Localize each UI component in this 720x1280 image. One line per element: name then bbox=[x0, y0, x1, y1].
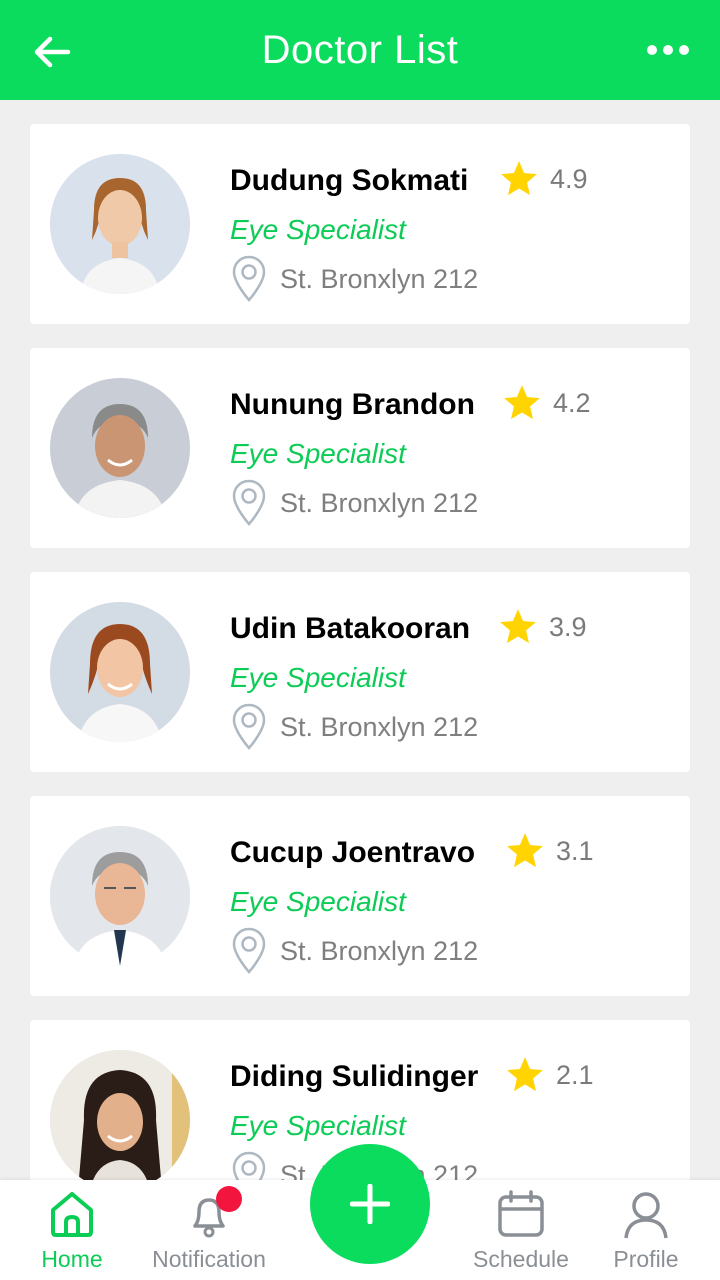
more-options-button[interactable] bbox=[640, 32, 696, 68]
star-icon bbox=[500, 609, 536, 644]
notification-badge bbox=[216, 1186, 242, 1212]
doctor-avatar bbox=[50, 1050, 190, 1180]
home-icon bbox=[51, 1192, 93, 1237]
doctor-avatar bbox=[50, 378, 190, 518]
star-icon bbox=[501, 161, 537, 196]
rating-value: 3.1 bbox=[556, 835, 594, 866]
dot-icon bbox=[679, 45, 689, 55]
address-text: St. Bronxlyn 212 bbox=[280, 935, 479, 966]
location-pin-icon bbox=[232, 927, 266, 974]
calendar-icon bbox=[498, 1190, 544, 1237]
doctor-specialty: Eye Specialist bbox=[230, 886, 406, 917]
doctor-name: Diding Sulidinger bbox=[230, 1060, 479, 1093]
nav-profile[interactable]: Profile bbox=[604, 1188, 688, 1273]
doctor-address: St. Bronxlyn 212 bbox=[230, 702, 478, 752]
back-button[interactable] bbox=[30, 30, 74, 74]
doctor-list: Dudung Sokmati 4.9 Eye Specialist St. Br… bbox=[30, 124, 690, 1180]
add-button[interactable] bbox=[310, 1144, 430, 1264]
nav-home-label: Home bbox=[41, 1246, 103, 1272]
doctor-name: Nunung Brandon bbox=[230, 388, 475, 421]
rating-value: 2.1 bbox=[556, 1059, 594, 1090]
rating-value: 4.2 bbox=[553, 387, 591, 418]
doctor-avatar bbox=[50, 602, 190, 742]
doctor-address: St. Bronxlyn 212 bbox=[230, 254, 478, 304]
doctor-specialty: Eye Specialist bbox=[230, 438, 406, 469]
doctor-name: Dudung Sokmati bbox=[230, 164, 469, 197]
doctor-name: Cucup Joentravo bbox=[230, 836, 476, 869]
doctor-card[interactable]: Udin Batakooran 3.9 Eye Specialist St. B… bbox=[30, 572, 690, 772]
doctor-rating: 4.9 bbox=[498, 158, 588, 200]
doctor-card[interactable]: Cucup Joentravo 3.1 Eye Specialist St. B… bbox=[30, 796, 690, 996]
star-icon bbox=[507, 833, 543, 868]
address-text: St. Bronxlyn 212 bbox=[280, 487, 479, 518]
doctor-card[interactable]: Nunung Brandon 4.2 Eye Specialist St. Br… bbox=[30, 348, 690, 548]
nav-schedule-label: Schedule bbox=[473, 1246, 569, 1272]
rating-value: 4.9 bbox=[550, 163, 588, 194]
doctor-specialty: Eye Specialist bbox=[230, 1110, 406, 1141]
location-pin-icon bbox=[232, 1151, 266, 1180]
doctor-rating: 2.1 bbox=[504, 1054, 594, 1096]
doctor-rating: 3.9 bbox=[497, 606, 587, 648]
doctor-card[interactable]: Dudung Sokmati 4.9 Eye Specialist St. Br… bbox=[30, 124, 690, 324]
star-icon bbox=[507, 1057, 543, 1092]
arrow-left-icon bbox=[34, 36, 71, 68]
doctor-rating: 3.1 bbox=[504, 830, 594, 872]
address-text: St. Bronxlyn 212 bbox=[280, 263, 479, 294]
user-icon bbox=[624, 1192, 668, 1239]
location-pin-icon bbox=[232, 703, 266, 750]
star-icon bbox=[504, 385, 540, 420]
page-title: Doctor List bbox=[261, 28, 459, 72]
nav-profile-label: Profile bbox=[613, 1246, 679, 1272]
dot-icon bbox=[647, 45, 657, 55]
app-bar: Doctor List bbox=[0, 0, 720, 100]
nav-notification-label: Notification bbox=[152, 1246, 266, 1272]
notification-icon-wrap bbox=[184, 1186, 242, 1240]
doctor-specialty: Eye Specialist bbox=[230, 214, 406, 245]
doctor-address: St. Bronxlyn 212 bbox=[230, 926, 478, 976]
plus-icon bbox=[350, 1184, 390, 1224]
nav-home[interactable]: Home bbox=[30, 1188, 114, 1273]
location-pin-icon bbox=[232, 479, 266, 526]
doctor-rating: 4.2 bbox=[501, 382, 591, 424]
doctor-avatar bbox=[50, 826, 190, 966]
location-pin-icon bbox=[232, 255, 266, 302]
nav-notification[interactable]: Notification bbox=[144, 1186, 274, 1273]
nav-schedule[interactable]: Schedule bbox=[466, 1188, 576, 1273]
doctor-name: Udin Batakooran bbox=[230, 612, 471, 645]
rating-value: 3.9 bbox=[549, 611, 587, 642]
address-text: St. Bronxlyn 212 bbox=[280, 711, 479, 742]
doctor-specialty: Eye Specialist bbox=[230, 662, 406, 693]
doctor-avatar bbox=[50, 154, 190, 294]
dot-icon bbox=[663, 45, 673, 55]
doctor-address: St. Bronxlyn 212 bbox=[230, 478, 478, 528]
